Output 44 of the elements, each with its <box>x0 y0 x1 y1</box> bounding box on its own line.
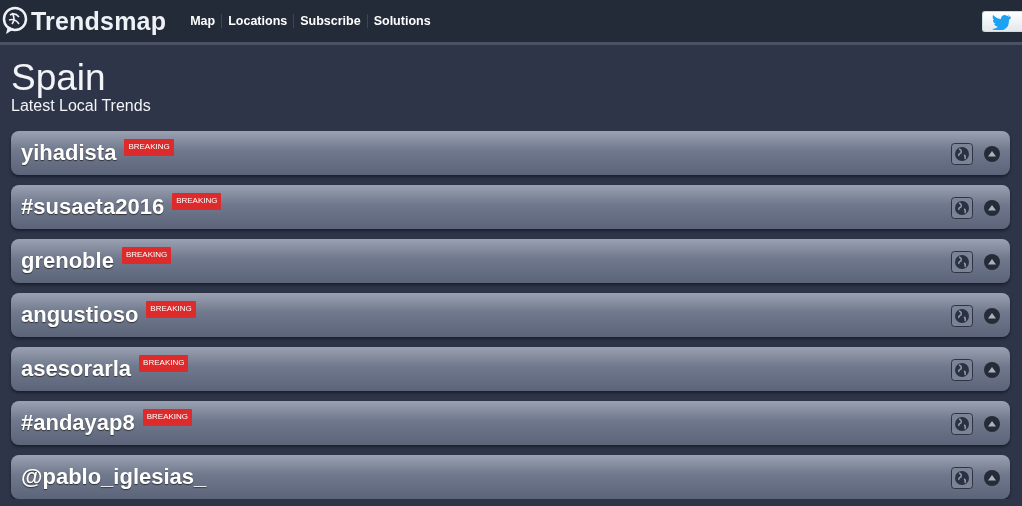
nav-link[interactable]: Map <box>184 14 222 28</box>
collapse-icon[interactable] <box>984 308 1000 324</box>
trend-label: #susaeta2016 <box>21 194 165 220</box>
globe-icon[interactable] <box>951 305 973 327</box>
bird-icon <box>991 13 1011 30</box>
globe-icon[interactable] <box>951 143 973 165</box>
trend-row[interactable]: asesorarla BREAKING <box>11 347 1010 391</box>
trend-label: angustioso <box>21 302 139 328</box>
twitter-button[interactable] <box>982 11 1022 32</box>
globe-icon[interactable] <box>951 197 973 219</box>
nav-link[interactable]: Locations <box>221 14 294 28</box>
globe-icon[interactable] <box>951 251 973 273</box>
trend-row[interactable]: grenoble BREAKING <box>11 239 1010 283</box>
collapse-icon[interactable] <box>984 470 1000 486</box>
breaking-badge: BREAKING <box>124 139 174 156</box>
nav-link[interactable]: Subscribe <box>293 14 367 28</box>
trend-row[interactable]: angustioso BREAKING <box>11 293 1010 337</box>
globe-icon[interactable] <box>951 413 973 435</box>
breaking-badge: BREAKING <box>121 247 172 264</box>
globe-icon[interactable] <box>951 467 973 489</box>
collapse-icon[interactable] <box>984 200 1000 216</box>
breaking-badge: BREAKING <box>139 355 189 372</box>
brand-name: Trendsmap <box>31 6 167 36</box>
breaking-badge: BREAKING <box>146 301 196 318</box>
collapse-icon[interactable] <box>984 146 1000 162</box>
page-title: Spain <box>11 59 107 97</box>
trend-row[interactable]: #susaeta2016 BREAKING <box>11 185 1010 229</box>
nav-link[interactable]: Solutions <box>366 14 437 28</box>
trend-label: asesorarla <box>21 356 132 382</box>
logo-icon <box>2 6 28 36</box>
collapse-icon[interactable] <box>984 416 1000 432</box>
collapse-icon[interactable] <box>984 254 1000 270</box>
trend-label: grenoble <box>21 248 114 274</box>
trend-row[interactable]: #andayap8 BREAKING <box>11 401 1010 445</box>
globe-icon[interactable] <box>951 359 973 381</box>
page-subtitle: Latest Local Trends <box>11 97 152 115</box>
breaking-badge: BREAKING <box>172 193 222 210</box>
breaking-badge: BREAKING <box>142 409 193 426</box>
trend-row[interactable]: yihadista BREAKING <box>11 131 1010 175</box>
trend-row[interactable]: @pablo_iglesias_ <box>11 455 1010 499</box>
trend-label: yihadista <box>21 140 117 166</box>
collapse-icon[interactable] <box>984 362 1000 378</box>
trend-label: @pablo_iglesias_ <box>21 464 207 490</box>
trend-label: #andayap8 <box>21 410 135 436</box>
